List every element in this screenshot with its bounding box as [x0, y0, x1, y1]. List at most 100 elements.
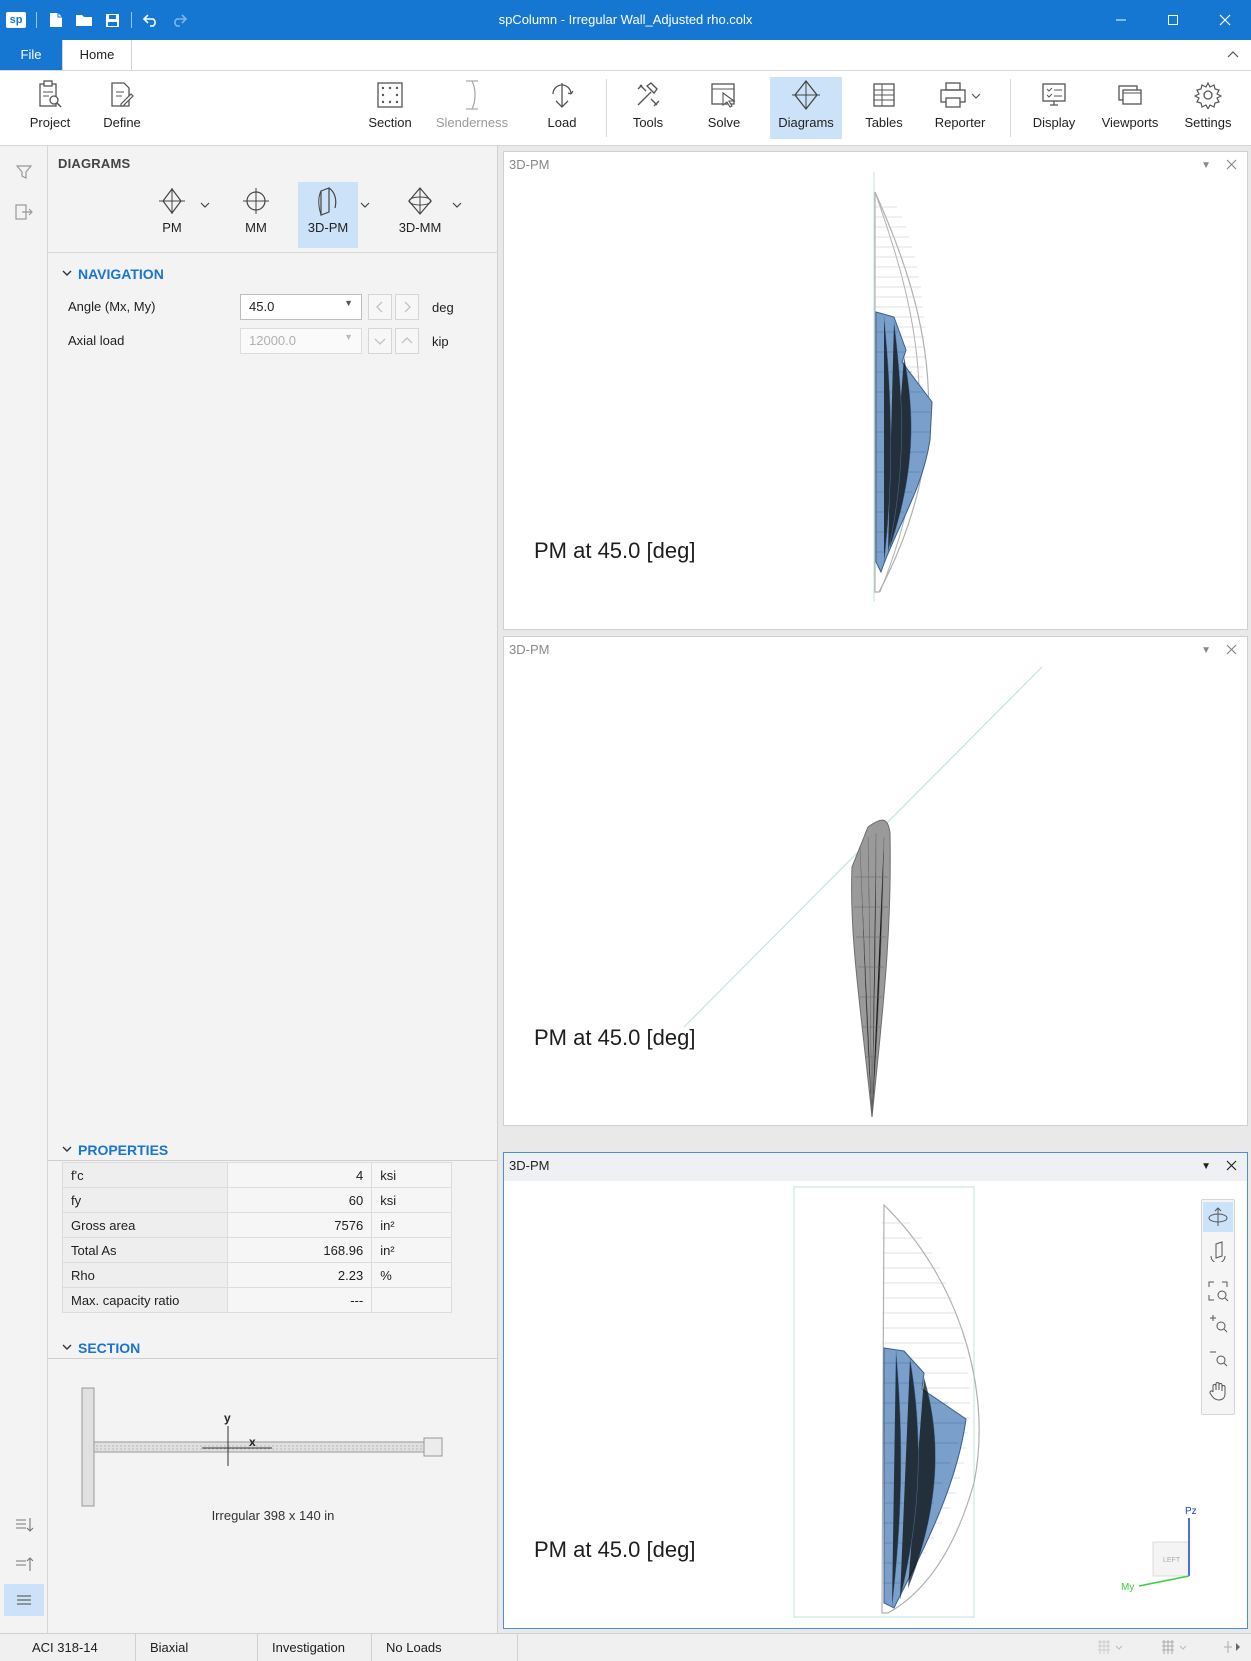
- tab-file[interactable]: File: [0, 40, 62, 70]
- grid-icon[interactable]: [1096, 1639, 1126, 1658]
- separator: [36, 12, 37, 28]
- chevron-down-icon: [62, 269, 72, 280]
- diagram-type-pm[interactable]: PM: [146, 182, 198, 248]
- properties-table: f'c 4 ksi fy 60 ksi Gross area 7576 in² …: [62, 1162, 452, 1313]
- close-icon[interactable]: [1199, 0, 1251, 40]
- viewport-caption: PM at 45.0 [deg]: [534, 1025, 696, 1050]
- chevron-down-icon[interactable]: [200, 198, 210, 212]
- viewport-caption: PM at 45.0 [deg]: [534, 538, 696, 563]
- angle-next-button[interactable]: [395, 294, 419, 320]
- status-mode: Biaxial: [136, 1634, 258, 1661]
- project-button[interactable]: Project: [22, 77, 78, 139]
- new-file-icon[interactable]: [47, 11, 65, 29]
- gizmo-pz-label: Pz: [1185, 1506, 1197, 1517]
- ribbon-collapse-icon[interactable]: [1227, 46, 1239, 61]
- navigation-section-header[interactable]: NAVIGATION: [62, 266, 164, 282]
- tables-button[interactable]: Tables: [856, 77, 912, 139]
- axis-toggle-icon[interactable]: [1222, 1639, 1244, 1658]
- viewport-menu-icon[interactable]: ▼: [1201, 160, 1211, 171]
- minimize-icon[interactable]: [1095, 0, 1147, 40]
- diagram-type-3d-mm[interactable]: 3D-MM: [388, 182, 452, 248]
- filter-icon[interactable]: [12, 160, 36, 184]
- settings-button[interactable]: Settings: [1176, 77, 1240, 139]
- properties-section-header[interactable]: PROPERTIES: [62, 1142, 168, 1158]
- axial-up-button[interactable]: [395, 328, 419, 354]
- axial-load-unit: kip: [432, 334, 449, 349]
- close-icon[interactable]: [1226, 157, 1237, 173]
- export-icon[interactable]: [12, 200, 36, 224]
- tab-home[interactable]: Home: [62, 40, 132, 70]
- viewport-menu-icon[interactable]: ▼: [1201, 1161, 1211, 1172]
- close-icon[interactable]: [1226, 1158, 1237, 1174]
- sort-down-icon[interactable]: [12, 1513, 36, 1537]
- chevron-down-icon[interactable]: [452, 198, 462, 212]
- viewport-2[interactable]: 3D-PM ▼ PM at 45.0 [deg]: [503, 636, 1248, 1126]
- axial-down-button[interactable]: [368, 328, 392, 354]
- reporter-button[interactable]: Reporter: [922, 77, 998, 139]
- divider: [48, 1358, 498, 1359]
- viewport-3[interactable]: 3D-PM ▼ Pz My LEFT PM at 45.0 [deg]: [503, 1152, 1248, 1629]
- solve-button[interactable]: Solve: [696, 77, 752, 139]
- diagram-type-mm[interactable]: MM: [230, 182, 282, 248]
- property-value: 2.23: [226, 1262, 373, 1288]
- pan-hand-icon[interactable]: [1203, 1376, 1233, 1406]
- reporter-label: Reporter: [934, 115, 986, 130]
- panel-title: DIAGRAMS: [58, 156, 131, 171]
- angle-label: Angle (Mx, My): [68, 299, 156, 314]
- angle-row: Angle (Mx, My) 45.0 ▼ deg: [68, 294, 488, 320]
- ribbon-separator: [606, 79, 607, 137]
- zoom-out-icon[interactable]: [1203, 1342, 1233, 1372]
- property-unit: [371, 1287, 452, 1313]
- slenderness-button[interactable]: Slenderness: [432, 77, 512, 139]
- section-button[interactable]: Section: [360, 77, 420, 139]
- close-icon[interactable]: [1226, 642, 1237, 658]
- app-logo[interactable]: sp: [6, 12, 26, 28]
- display-label: Display: [1032, 115, 1076, 130]
- tools-button[interactable]: Tools: [620, 77, 676, 139]
- maximize-icon[interactable]: [1147, 0, 1199, 40]
- snap-grid-icon[interactable]: [1160, 1639, 1190, 1658]
- navigation-title: NAVIGATION: [78, 266, 164, 282]
- angle-prev-button[interactable]: [368, 294, 392, 320]
- view-cube-gizmo[interactable]: Pz My LEFT: [1119, 1500, 1219, 1600]
- axial-load-select[interactable]: 12000.0 ▼: [240, 328, 362, 354]
- zoom-extents-icon[interactable]: [1203, 1276, 1233, 1306]
- axial-load-label: Axial load: [68, 333, 125, 348]
- viewport-menu-icon[interactable]: ▼: [1201, 645, 1211, 656]
- dropdown-arrow-icon: ▼: [344, 298, 353, 308]
- angle-select[interactable]: 45.0 ▼: [240, 294, 362, 320]
- mm-label: MM: [245, 220, 267, 235]
- diagrams-button[interactable]: Diagrams: [770, 77, 842, 139]
- open-folder-icon[interactable]: [75, 11, 93, 29]
- gizmo-my-label: My: [1121, 1582, 1134, 1593]
- redo-icon[interactable]: [170, 11, 188, 29]
- diagram-type-3d-pm[interactable]: 3D-PM: [298, 182, 358, 248]
- load-button[interactable]: Load: [532, 77, 592, 139]
- display-button[interactable]: Display: [1026, 77, 1082, 139]
- property-name: Gross area: [62, 1212, 228, 1238]
- property-value: 7576: [226, 1212, 373, 1238]
- hamburger-icon[interactable]: [12, 1588, 36, 1612]
- orbit-icon[interactable]: [1203, 1202, 1233, 1232]
- save-icon[interactable]: [103, 11, 121, 29]
- chevron-down-icon[interactable]: [360, 198, 370, 212]
- viewport-title: 3D-PM: [509, 642, 550, 657]
- define-button[interactable]: Define: [94, 77, 150, 139]
- section-preview: y x: [62, 1380, 452, 1560]
- mm-diagram-icon: [241, 182, 271, 220]
- reporter-icon: [938, 77, 982, 113]
- undo-icon[interactable]: [142, 11, 160, 29]
- section-section-header[interactable]: SECTION: [62, 1340, 140, 1356]
- sort-up-icon[interactable]: [12, 1552, 36, 1576]
- angle-value: 45.0: [249, 299, 275, 314]
- table-row: fy 60 ksi: [62, 1187, 452, 1213]
- section-label: Section: [368, 115, 412, 130]
- diagrams-label: Diagrams: [778, 115, 834, 130]
- load-label: Load: [547, 115, 577, 130]
- viewports-button[interactable]: Viewports: [1094, 77, 1166, 139]
- 3d-mm-label: 3D-MM: [398, 220, 442, 235]
- viewport-1[interactable]: 3D-PM ▼ PM at 45.0 [deg]: [503, 151, 1248, 630]
- rotate-icon[interactable]: [1203, 1236, 1233, 1266]
- tables-icon: [871, 77, 897, 113]
- zoom-in-icon[interactable]: [1203, 1308, 1233, 1338]
